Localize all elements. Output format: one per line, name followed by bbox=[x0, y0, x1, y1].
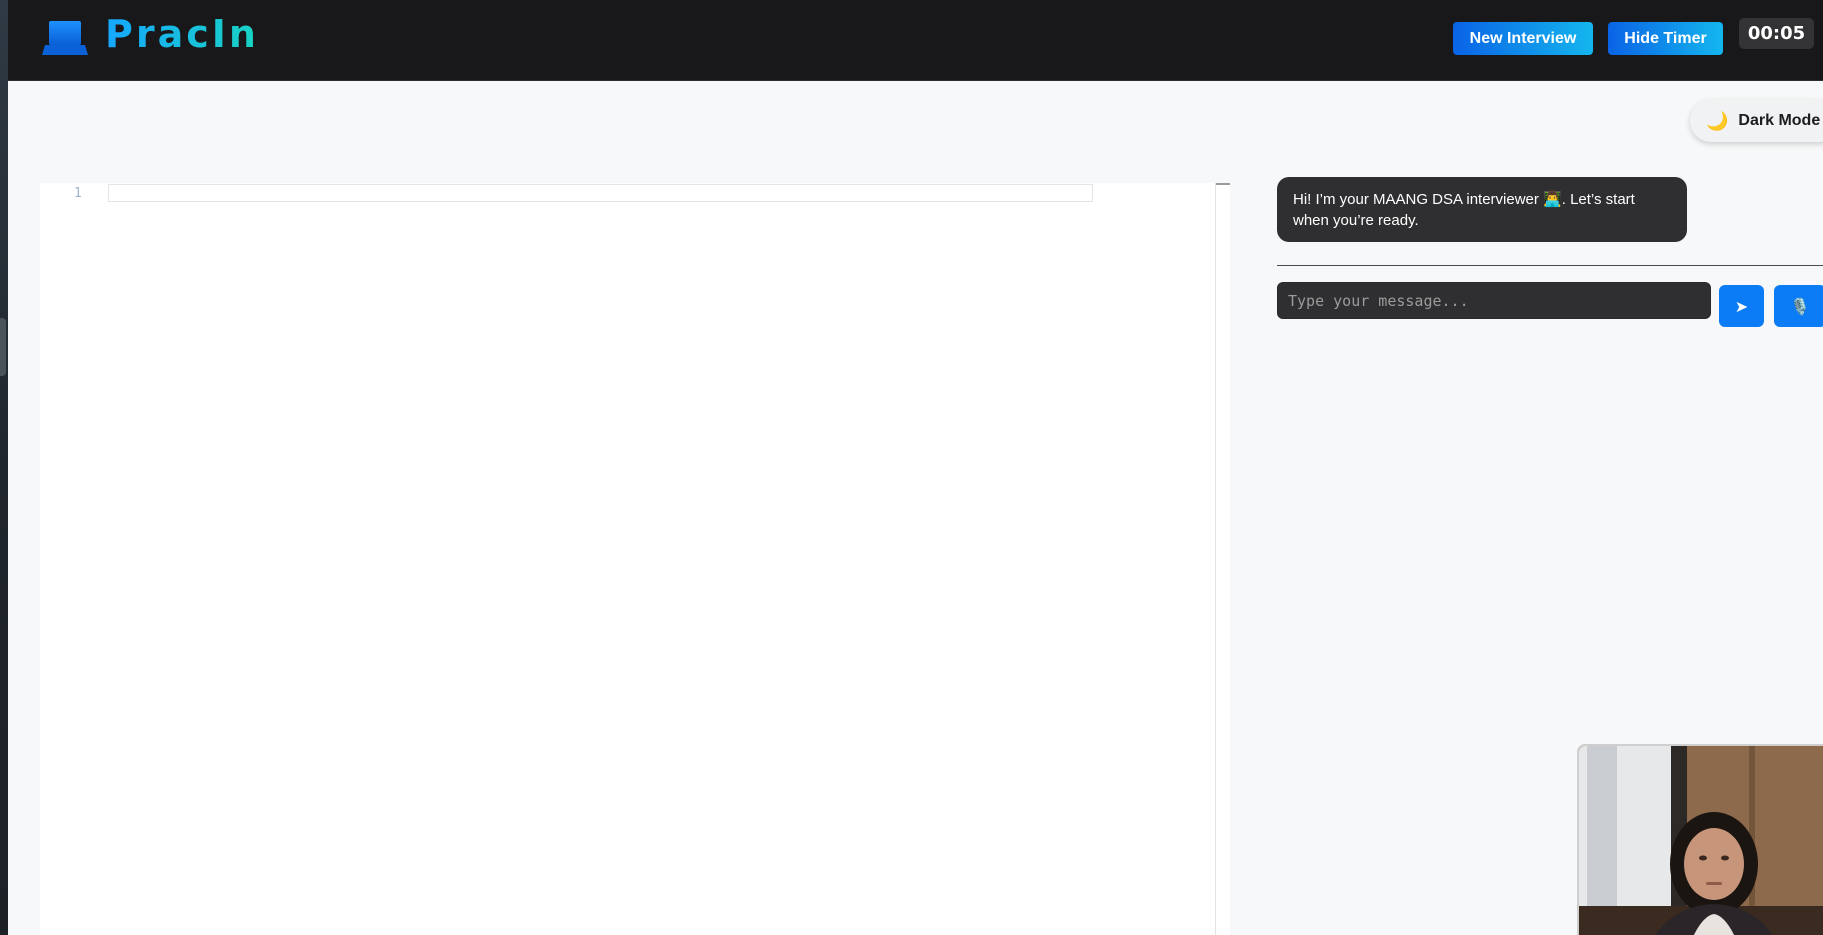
hide-timer-button[interactable]: Hide Timer bbox=[1608, 22, 1723, 55]
send-button[interactable]: ➤ bbox=[1719, 285, 1764, 327]
microphone-button[interactable]: 🎙️ bbox=[1774, 285, 1823, 327]
top-navbar: PracIn New Interview Hide Timer 00:05 bbox=[8, 0, 1823, 81]
chat-divider bbox=[1277, 265, 1823, 266]
dark-mode-toggle[interactable]: 🌙 Dark Mode bbox=[1690, 100, 1823, 142]
desktop-edge bbox=[0, 0, 8, 935]
moon-icon: 🌙 bbox=[1706, 110, 1729, 132]
send-arrow-icon: ➤ bbox=[1734, 296, 1749, 316]
interview-timer: 00:05 bbox=[1739, 18, 1814, 49]
app-window: PracIn New Interview Hide Timer 00:05 🌙 … bbox=[8, 0, 1823, 935]
line-number: 1 bbox=[74, 186, 82, 201]
new-interview-button[interactable]: New Interview bbox=[1453, 22, 1593, 55]
webcam-preview bbox=[1577, 744, 1823, 935]
editor-scrollbar[interactable] bbox=[1215, 183, 1230, 935]
laptop-icon bbox=[42, 21, 88, 55]
microphone-icon: 🎙️ bbox=[1790, 296, 1810, 316]
brand-logo[interactable]: PracIn bbox=[105, 12, 259, 56]
desktop-edge-handle bbox=[0, 318, 6, 376]
chat-message-input[interactable] bbox=[1277, 282, 1711, 319]
code-editor[interactable]: 1 bbox=[40, 183, 1230, 935]
active-code-line[interactable] bbox=[108, 184, 1093, 202]
dark-mode-label: Dark Mode bbox=[1738, 112, 1821, 129]
interviewer-message: Hi! I’m your MAANG DSA interviewer 👨‍💻. … bbox=[1277, 177, 1687, 242]
webcam-feed-image bbox=[1579, 746, 1823, 935]
scrollbar-thumb[interactable] bbox=[1216, 183, 1230, 185]
